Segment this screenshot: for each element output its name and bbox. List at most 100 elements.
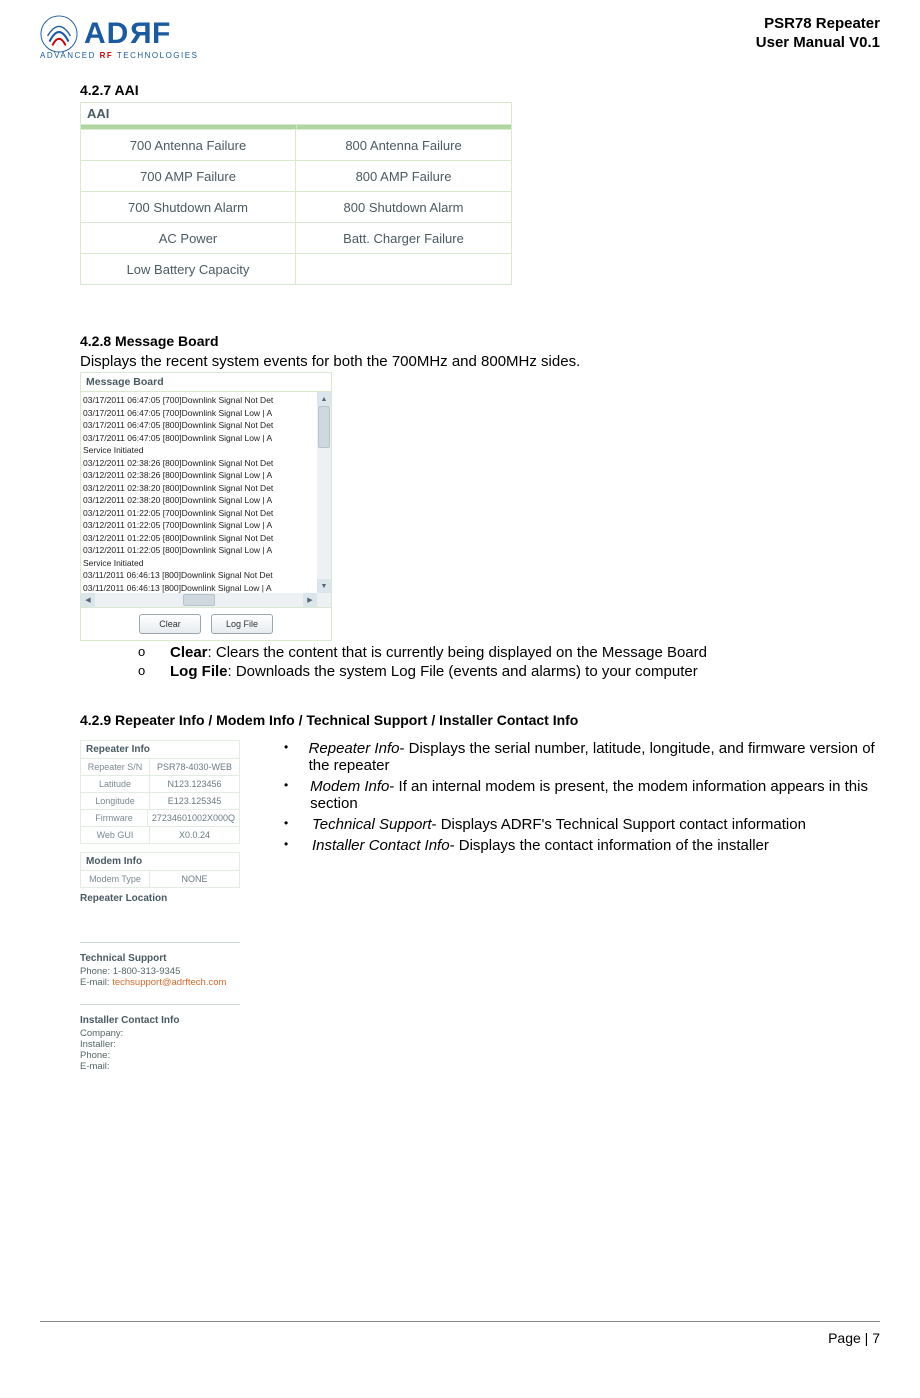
aai-cell: 800 AMP Failure <box>296 160 511 191</box>
repeater-location-title: Repeater Location <box>80 893 250 904</box>
section-heading-info: 4.2.9 Repeater Info / Modem Info / Techn… <box>80 712 880 728</box>
list-item: •Modem Info- If an internal modem is pre… <box>280 778 880 812</box>
bullet-text: Technical Support- Displays ADRF's Techn… <box>312 816 806 833</box>
message-board-title: Message Board <box>81 373 331 392</box>
info-value: X0.0.24 <box>150 826 239 843</box>
aai-cell <box>296 253 511 284</box>
aai-cell: 800 Antenna Failure <box>296 129 511 160</box>
section-heading-aai: 4.2.7 AAI <box>80 82 880 98</box>
bullet-text: Repeater Info- Displays the serial numbe… <box>309 740 880 774</box>
message-row: 03/12/2011 02:38:20 [800]Downlink Signal… <box>83 494 331 507</box>
bullet-icon: • <box>280 837 312 854</box>
installer-line: Phone: <box>80 1050 240 1061</box>
scroll-down-icon[interactable]: ▼ <box>317 579 331 593</box>
message-board-desc: Displays the recent system events for bo… <box>80 353 880 370</box>
aai-panel: AAI 700 Antenna Failure 700 AMP Failure … <box>80 102 512 285</box>
modem-info-panel: Modem Info Modem TypeNONE <box>80 852 240 888</box>
technical-support-block: Technical Support Phone: 1-800-313-9345 … <box>80 953 240 994</box>
message-row: 03/12/2011 02:38:20 [800]Downlink Signal… <box>83 482 331 495</box>
clear-note: Clear: Clears the content that is curren… <box>170 644 707 661</box>
table-row: Web GUIX0.0.24 <box>81 826 239 843</box>
list-item: •Installer Contact Info- Displays the co… <box>280 837 880 854</box>
scroll-up-icon[interactable]: ▲ <box>317 392 331 406</box>
installer-line: Installer: <box>80 1039 240 1050</box>
aai-cell: 700 Shutdown Alarm <box>81 191 296 222</box>
info-key: Web GUI <box>81 826 150 843</box>
logo-text: ADRF <box>84 17 171 51</box>
list-item: •Technical Support- Displays ADRF's Tech… <box>280 816 880 833</box>
list-item: •Repeater Info- Displays the serial numb… <box>280 740 880 774</box>
separator <box>80 1004 240 1005</box>
table-row: LatitudeN123.123456 <box>81 775 239 792</box>
message-row: 03/11/2011 06:46:13 [800]Downlink Signal… <box>83 569 331 582</box>
bullet-text: Installer Contact Info- Displays the con… <box>312 837 769 854</box>
message-row: 03/17/2011 06:47:05 [700]Downlink Signal… <box>83 394 331 407</box>
info-key: Latitude <box>81 775 150 792</box>
clear-button[interactable]: Clear <box>139 614 201 634</box>
tech-support-phone: Phone: 1-800-313-9345 <box>80 966 240 977</box>
message-row: 03/12/2011 02:38:26 [800]Downlink Signal… <box>83 457 331 470</box>
logfile-note: Log File: Downloads the system Log File … <box>170 663 698 680</box>
page-number: Page | 7 <box>828 1330 880 1346</box>
aai-cell: 700 Antenna Failure <box>81 129 296 160</box>
table-row: Repeater S/NPSR78-4030-WEB <box>81 758 239 775</box>
message-row: 03/17/2011 06:47:05 [800]Downlink Signal… <box>83 432 331 445</box>
info-key: Modem Type <box>81 870 150 887</box>
info-key: Firmware <box>81 809 148 826</box>
list-bullet: o <box>138 663 170 680</box>
aai-cell: AC Power <box>81 222 296 253</box>
message-row: 03/12/2011 02:38:26 [800]Downlink Signal… <box>83 469 331 482</box>
separator <box>80 942 240 943</box>
logo-subtitle: ADVANCED RF TECHNOLOGIES <box>40 51 198 60</box>
installer-contact-block: Installer Contact Info Company: Installe… <box>80 1015 240 1078</box>
document-title: PSR78 Repeater User Manual V0.1 <box>756 15 880 53</box>
logo-icon <box>40 15 78 53</box>
message-row: Service Initiated <box>83 444 331 457</box>
info-key: Longitude <box>81 792 150 809</box>
aai-cell: 700 AMP Failure <box>81 160 296 191</box>
message-row: 03/17/2011 06:47:05 [800]Downlink Signal… <box>83 419 331 432</box>
bullet-icon: • <box>280 816 312 833</box>
message-row: 03/12/2011 01:22:05 [800]Downlink Signal… <box>83 532 331 545</box>
bullet-icon: • <box>280 740 309 774</box>
technical-support-title: Technical Support <box>80 953 240 964</box>
logo: ADRF ADVANCED RF TECHNOLOGIES <box>40 15 198 60</box>
modem-info-title: Modem Info <box>81 853 239 870</box>
bullet-icon: • <box>280 778 310 812</box>
list-bullet: o <box>138 644 170 661</box>
scroll-left-icon[interactable]: ◀ <box>81 593 95 607</box>
tech-support-email: E-mail: techsupport@adrftech.com <box>80 977 240 988</box>
message-row: 03/17/2011 06:47:05 [700]Downlink Signal… <box>83 407 331 420</box>
section-heading-message-board: 4.2.8 Message Board <box>80 333 880 349</box>
message-row: Service Initiated <box>83 557 331 570</box>
logfile-button[interactable]: Log File <box>211 614 273 634</box>
aai-title: AAI <box>81 103 511 125</box>
info-value: NONE <box>150 870 239 887</box>
message-row: 03/12/2011 01:22:05 [700]Downlink Signal… <box>83 507 331 520</box>
message-board-panel: Message Board 03/17/2011 06:47:05 [700]D… <box>80 372 332 641</box>
table-row: Modem TypeNONE <box>81 870 239 887</box>
message-row: 03/12/2011 01:22:05 [800]Downlink Signal… <box>83 544 331 557</box>
table-row: LongitudeE123.125345 <box>81 792 239 809</box>
aai-cell: Batt. Charger Failure <box>296 222 511 253</box>
info-value: PSR78-4030-WEB <box>150 758 239 775</box>
scrollbar-vertical[interactable]: ▲ ▼ <box>317 392 331 593</box>
installer-title: Installer Contact Info <box>80 1015 240 1026</box>
info-value: N123.123456 <box>150 775 239 792</box>
footer-separator <box>40 1321 880 1322</box>
aai-cell: Low Battery Capacity <box>81 253 296 284</box>
message-row: 03/12/2011 01:22:05 [700]Downlink Signal… <box>83 519 331 532</box>
scroll-right-icon[interactable]: ▶ <box>303 593 317 607</box>
aai-cell: 800 Shutdown Alarm <box>296 191 511 222</box>
info-value: E123.125345 <box>150 792 239 809</box>
installer-line: E-mail: <box>80 1061 240 1072</box>
scrollbar-horizontal[interactable]: ◀ ▶ <box>81 593 317 607</box>
repeater-info-title: Repeater Info <box>81 741 239 758</box>
installer-line: Company: <box>80 1028 240 1039</box>
table-row: Firmware27234601002X000Q <box>81 809 239 826</box>
message-board-list[interactable]: 03/17/2011 06:47:05 [700]Downlink Signal… <box>81 392 331 608</box>
info-key: Repeater S/N <box>81 758 150 775</box>
repeater-info-panel: Repeater Info Repeater S/NPSR78-4030-WEB… <box>80 740 240 844</box>
bullet-text: Modem Info- If an internal modem is pres… <box>310 778 880 812</box>
info-value: 27234601002X000Q <box>148 809 239 826</box>
